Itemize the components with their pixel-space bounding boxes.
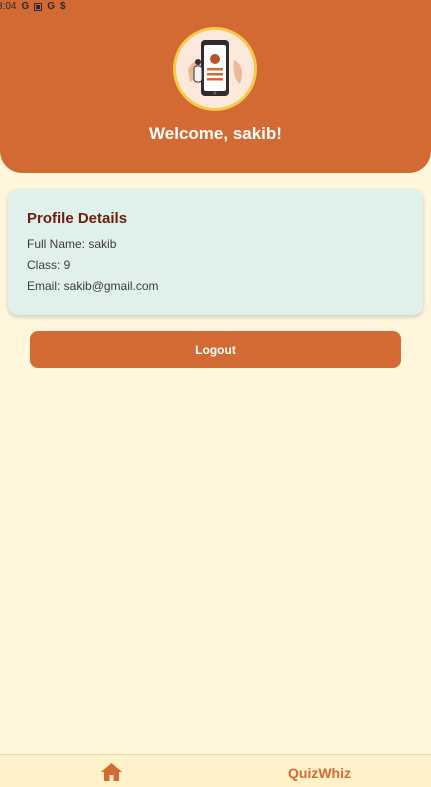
profile-full-name: Full Name: sakib [27, 237, 117, 251]
profile-email: Email: sakib@gmail.com [27, 279, 159, 293]
profile-class: Class: 9 [27, 258, 71, 272]
status-bar: 3:04 G G $ [0, 0, 431, 13]
bottom-nav: QuizWhiz [0, 754, 431, 787]
profile-title: Profile Details [27, 210, 128, 227]
google-icon: G [21, 0, 30, 12]
status-time: 3:04 [0, 1, 17, 12]
nav-brand[interactable]: QuizWhiz [288, 765, 351, 781]
dollar-icon: $ [60, 0, 66, 12]
welcome-heading: Welcome, sakib! [149, 124, 282, 143]
logout-button[interactable]: Logout [30, 331, 401, 368]
header: Welcome, sakib! [0, 0, 431, 173]
avatar [173, 27, 257, 111]
home-icon[interactable] [101, 763, 122, 781]
notification-box-icon [34, 2, 43, 11]
phone-profile-illustration-icon [176, 30, 254, 108]
google-icon: G [47, 0, 56, 12]
profile-card: Profile Details Full Name: sakib Class: … [8, 189, 423, 315]
